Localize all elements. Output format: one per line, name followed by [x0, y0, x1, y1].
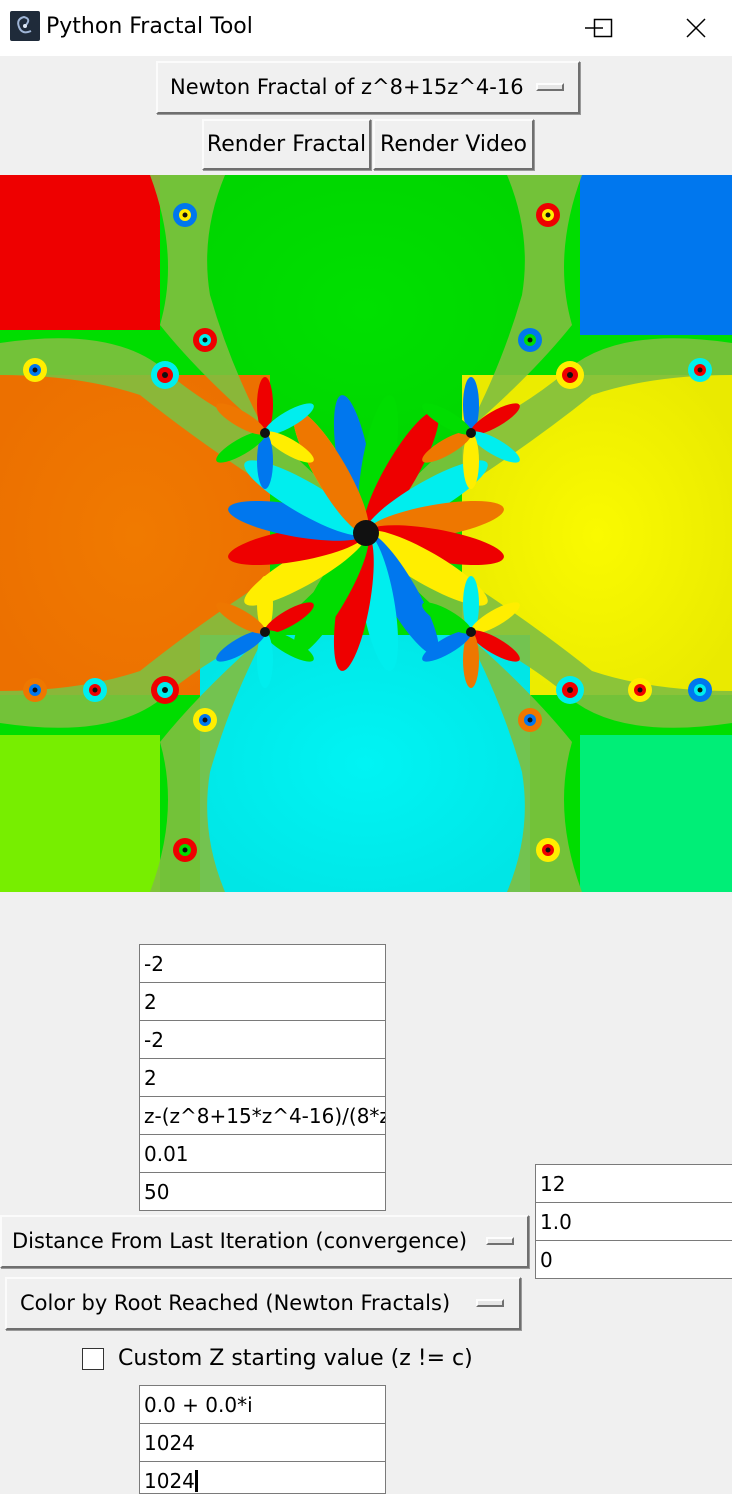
- fractal-app-icon: [10, 11, 40, 41]
- color-mode-label: Color by Root Reached (Newton Fractals): [20, 1291, 451, 1315]
- maximize-icon: [593, 18, 613, 38]
- close-button[interactable]: [668, 0, 724, 56]
- region-blue: [580, 175, 732, 335]
- param-a-field[interactable]: 12: [535, 1164, 732, 1203]
- fractal-type-label: Newton Fractal of z^8+15z^4-16: [170, 75, 524, 99]
- z-start-field[interactable]: 0.0 + 0.0*i: [139, 1385, 386, 1424]
- height-field[interactable]: 1024: [139, 1461, 386, 1494]
- region-cyan: [200, 635, 530, 892]
- param-b-field[interactable]: 1.0: [535, 1202, 732, 1241]
- xmin-field[interactable]: -2: [139, 944, 386, 983]
- fractal-canvas[interactable]: [0, 175, 732, 892]
- convergence-mode-label: Distance From Last Iteration (convergenc…: [12, 1229, 468, 1253]
- region-spring: [580, 735, 732, 892]
- xmax-field[interactable]: 2: [139, 982, 386, 1021]
- ymin-field[interactable]: -2: [139, 1020, 386, 1059]
- window-title: Python Fractal Tool: [46, 14, 253, 39]
- render-fractal-button[interactable]: Render Fractal: [202, 119, 371, 170]
- region-red: [0, 175, 160, 330]
- close-icon: [686, 18, 706, 38]
- convergence-mode-select[interactable]: Distance From Last Iteration (convergenc…: [0, 1215, 529, 1268]
- max-iterations-field[interactable]: 50: [139, 1172, 386, 1211]
- dropdown-indicator-icon: [476, 1299, 504, 1307]
- formula-field[interactable]: z-(z^8+15*z^4-16)/(8*z: [139, 1096, 386, 1135]
- dropdown-indicator-icon: [486, 1237, 514, 1245]
- custom-z-checkbox[interactable]: [82, 1348, 104, 1370]
- height-value: 1024: [144, 1469, 195, 1493]
- region-lime: [0, 735, 160, 892]
- fractal-type-select[interactable]: Newton Fractal of z^8+15z^4-16: [156, 61, 580, 114]
- dropdown-indicator-icon: [536, 83, 564, 91]
- param-c-field[interactable]: 0: [535, 1240, 732, 1279]
- width-field[interactable]: 1024: [139, 1423, 386, 1462]
- title-bar: Python Fractal Tool: [0, 0, 732, 56]
- render-video-button[interactable]: Render Video: [373, 119, 534, 170]
- text-cursor: [194, 1470, 198, 1492]
- custom-z-label: Custom Z starting value (z != c): [118, 1346, 473, 1371]
- color-mode-select[interactable]: Color by Root Reached (Newton Fractals): [5, 1277, 521, 1330]
- tolerance-field[interactable]: 0.01: [139, 1134, 386, 1173]
- maximize-button[interactable]: [575, 0, 631, 56]
- ymax-field[interactable]: 2: [139, 1058, 386, 1097]
